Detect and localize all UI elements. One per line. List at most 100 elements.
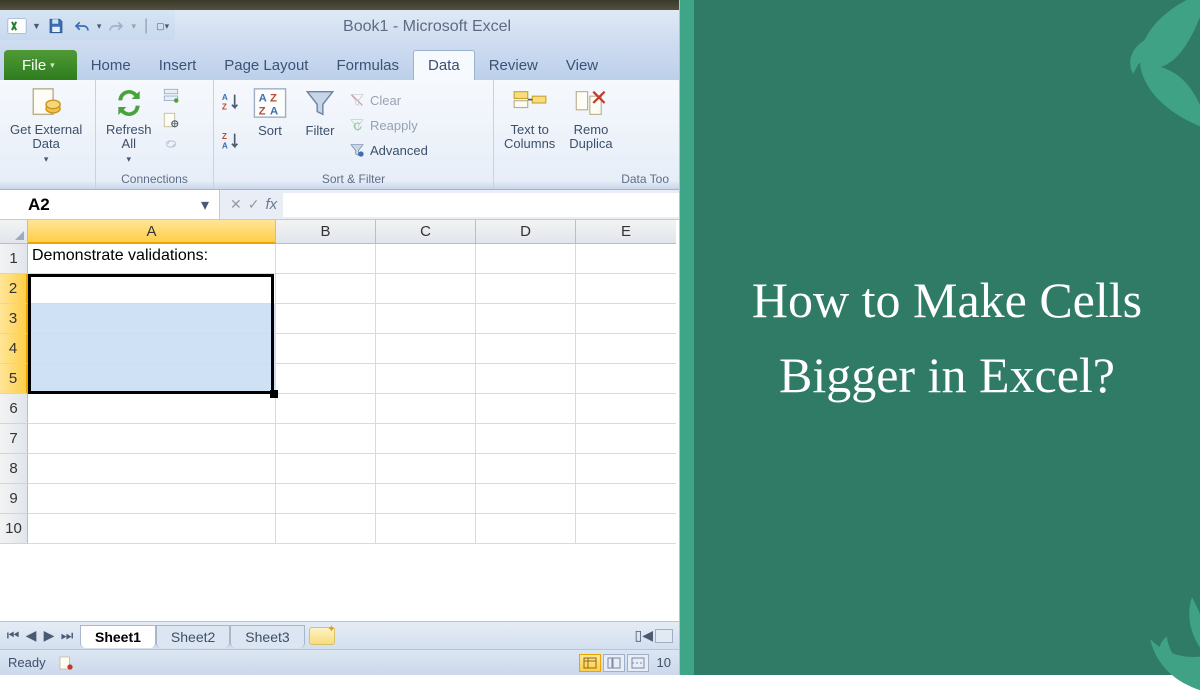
cell[interactable] <box>576 514 676 544</box>
cell[interactable] <box>476 244 576 274</box>
view-page-layout-icon[interactable] <box>603 654 625 672</box>
macro-record-icon[interactable] <box>58 655 74 671</box>
edit-links-icon[interactable] <box>162 135 180 156</box>
cell[interactable] <box>576 334 676 364</box>
clear-button[interactable]: Clear <box>348 89 428 111</box>
undo-dropdown-icon[interactable]: ▾ <box>97 21 102 32</box>
cell[interactable] <box>576 244 676 274</box>
customize-qat-icon[interactable]: ▢▾ <box>156 21 169 32</box>
get-external-data-button[interactable]: Get External Data ▾ <box>6 83 86 167</box>
cell[interactable] <box>28 424 276 454</box>
redo-icon[interactable] <box>105 15 127 37</box>
sort-za-icon[interactable]: ZA <box>220 130 242 155</box>
tab-home[interactable]: Home <box>77 50 145 80</box>
sheet-nav-next-icon[interactable]: ▶ <box>40 627 58 644</box>
tab-insert[interactable]: Insert <box>145 50 211 80</box>
col-header-c[interactable]: C <box>376 220 476 244</box>
cell[interactable] <box>576 484 676 514</box>
filter-button[interactable]: Filter <box>298 83 342 140</box>
cell[interactable] <box>476 454 576 484</box>
cell[interactable] <box>476 334 576 364</box>
cell[interactable] <box>376 424 476 454</box>
hscroll-left-icon[interactable]: ▯◀ <box>635 627 653 644</box>
selection-fill-handle[interactable] <box>270 390 278 398</box>
reapply-button[interactable]: Reapply <box>348 114 428 136</box>
cell[interactable] <box>276 274 376 304</box>
hscroll-track[interactable] <box>655 629 673 643</box>
cell[interactable] <box>28 454 276 484</box>
sheet-nav-last-icon[interactable]: ⏭ <box>58 627 76 644</box>
cell[interactable] <box>28 364 276 394</box>
tab-formulas[interactable]: Formulas <box>322 50 413 80</box>
cell[interactable] <box>376 274 476 304</box>
text-to-columns-button[interactable]: Text to Columns <box>500 83 559 154</box>
cell[interactable] <box>576 394 676 424</box>
sheet-nav-prev-icon[interactable]: ◀ <box>22 627 40 644</box>
row-header[interactable]: 8 <box>0 454 28 484</box>
cell[interactable] <box>28 334 276 364</box>
cell[interactable] <box>28 484 276 514</box>
spreadsheet-grid[interactable]: A B C D E 1Demonstrate validations:23456… <box>0 220 679 621</box>
cell[interactable] <box>276 514 376 544</box>
save-icon[interactable] <box>45 15 67 37</box>
sort-az-icon[interactable]: AZ <box>220 91 242 116</box>
select-all-corner[interactable] <box>0 220 28 244</box>
accept-fx-icon[interactable]: ✓ <box>248 196 260 213</box>
cell[interactable] <box>576 424 676 454</box>
cancel-fx-icon[interactable]: ✕ <box>230 196 242 213</box>
cell[interactable] <box>476 364 576 394</box>
fx-label[interactable]: fx <box>265 196 277 213</box>
cell[interactable] <box>476 394 576 424</box>
new-sheet-button[interactable] <box>309 627 335 645</box>
cell[interactable] <box>276 244 376 274</box>
sort-button[interactable]: AZZA Sort <box>248 83 292 140</box>
cell[interactable] <box>28 514 276 544</box>
row-header[interactable]: 4 <box>0 334 28 364</box>
cell[interactable] <box>576 454 676 484</box>
cell[interactable] <box>576 304 676 334</box>
view-page-break-icon[interactable] <box>627 654 649 672</box>
cell[interactable] <box>276 334 376 364</box>
row-header[interactable]: 7 <box>0 424 28 454</box>
cell[interactable] <box>376 484 476 514</box>
cell[interactable] <box>28 394 276 424</box>
col-header-a[interactable]: A <box>28 220 276 244</box>
sheet-tab-sheet2[interactable]: Sheet2 <box>156 625 230 648</box>
cell[interactable] <box>376 244 476 274</box>
excel-logo-icon[interactable] <box>6 15 28 37</box>
tab-data[interactable]: Data <box>413 50 475 80</box>
undo-icon[interactable] <box>71 15 93 37</box>
cell[interactable] <box>476 484 576 514</box>
cell[interactable] <box>576 274 676 304</box>
sheet-tab-sheet1[interactable]: Sheet1 <box>80 625 156 648</box>
col-header-d[interactable]: D <box>476 220 576 244</box>
cell[interactable] <box>28 304 276 334</box>
row-header[interactable]: 10 <box>0 514 28 544</box>
cell[interactable] <box>376 394 476 424</box>
cell[interactable] <box>476 304 576 334</box>
row-header[interactable]: 5 <box>0 364 28 394</box>
sheet-nav-first-icon[interactable]: ⏮ <box>4 627 22 644</box>
qat-dropdown-icon[interactable]: ▼ <box>32 21 41 31</box>
cell[interactable] <box>376 334 476 364</box>
cell[interactable] <box>276 484 376 514</box>
cell[interactable] <box>476 514 576 544</box>
row-header[interactable]: 1 <box>0 244 28 274</box>
tab-view[interactable]: View <box>552 50 612 80</box>
row-header[interactable]: 2 <box>0 274 28 304</box>
cell[interactable] <box>376 364 476 394</box>
properties-icon[interactable] <box>162 111 180 132</box>
cell[interactable] <box>276 304 376 334</box>
remove-duplicates-button[interactable]: Remo Duplica <box>565 83 616 154</box>
cell[interactable] <box>476 424 576 454</box>
col-header-e[interactable]: E <box>576 220 676 244</box>
tab-page-layout[interactable]: Page Layout <box>210 50 322 80</box>
cell[interactable] <box>28 274 276 304</box>
cell[interactable] <box>376 454 476 484</box>
cell[interactable] <box>376 304 476 334</box>
row-header[interactable]: 3 <box>0 304 28 334</box>
row-header[interactable]: 6 <box>0 394 28 424</box>
col-header-b[interactable]: B <box>276 220 376 244</box>
name-box-dropdown-icon[interactable]: ▾ <box>191 195 219 215</box>
connections-icon[interactable] <box>162 87 180 108</box>
